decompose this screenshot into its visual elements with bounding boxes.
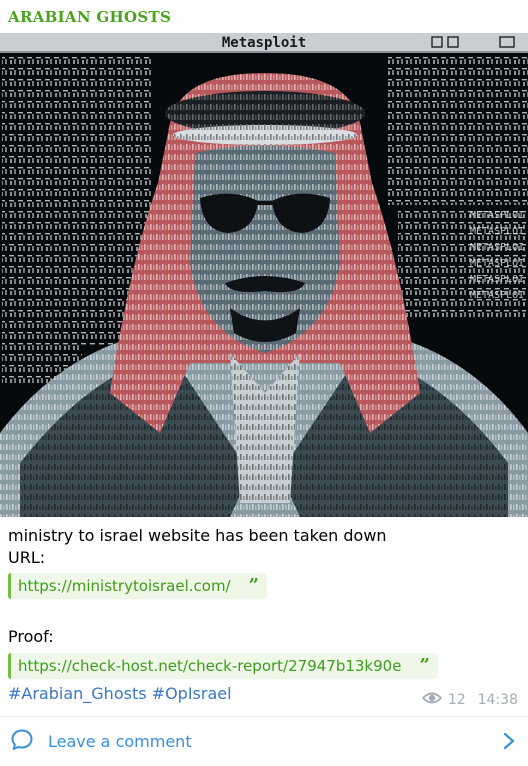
svg-text:METASPLOI: METASPLOI [470, 290, 524, 301]
channel-name[interactable]: ARABIAN GHOSTS [8, 8, 171, 26]
quote-bar [8, 653, 11, 679]
views-count: 12 [447, 692, 466, 708]
proof-label: Proof: [8, 627, 54, 646]
quote-icon: ” [248, 575, 259, 596]
url-quote[interactable]: https://ministrytoisrael.com/ ” [8, 573, 267, 599]
quote-icon: ” [419, 655, 430, 676]
svg-text:METASPLOI: METASPLOI [470, 242, 524, 253]
channel-post: ARABIAN GHOSTS Metasploit METASPLOI META… [0, 0, 528, 766]
post-time: 14:38 [477, 692, 518, 708]
svg-text:METASPLOI: METASPLOI [470, 258, 524, 269]
url-label: URL: [8, 548, 46, 567]
post-meta: 12 14:38 [421, 691, 518, 709]
post-text-line: ministry to israel website has been take… [8, 526, 387, 545]
comment-bubble-icon [10, 728, 34, 756]
proof-link[interactable]: https://check-host.net/check-report/2794… [18, 657, 401, 675]
hashtags: #Arabian_Ghosts #OpIsrael [8, 684, 232, 703]
url-link[interactable]: https://ministrytoisrael.com/ [18, 577, 231, 595]
leave-comment-button[interactable]: Leave a comment [0, 717, 528, 766]
chevron-right-icon [502, 731, 516, 755]
hashtag-opisrael[interactable]: #OpIsrael [152, 684, 232, 703]
views-eye-icon [421, 691, 443, 709]
hashtag-arabian-ghosts[interactable]: #Arabian_Ghosts [8, 684, 147, 703]
svg-text:METASPLOI: METASPLOI [470, 210, 524, 221]
image-window-title: Metasploit [222, 35, 306, 51]
svg-text:METASPLOI: METASPLOI [470, 226, 524, 237]
post-image[interactable]: Metasploit METASPLOI METASPLOI METASPLOI… [0, 33, 528, 517]
svg-text:METASPLOI: METASPLOI [470, 274, 524, 285]
leave-comment-label: Leave a comment [48, 732, 192, 751]
proof-quote[interactable]: https://check-host.net/check-report/2794… [8, 653, 438, 679]
quote-bar [8, 573, 11, 599]
